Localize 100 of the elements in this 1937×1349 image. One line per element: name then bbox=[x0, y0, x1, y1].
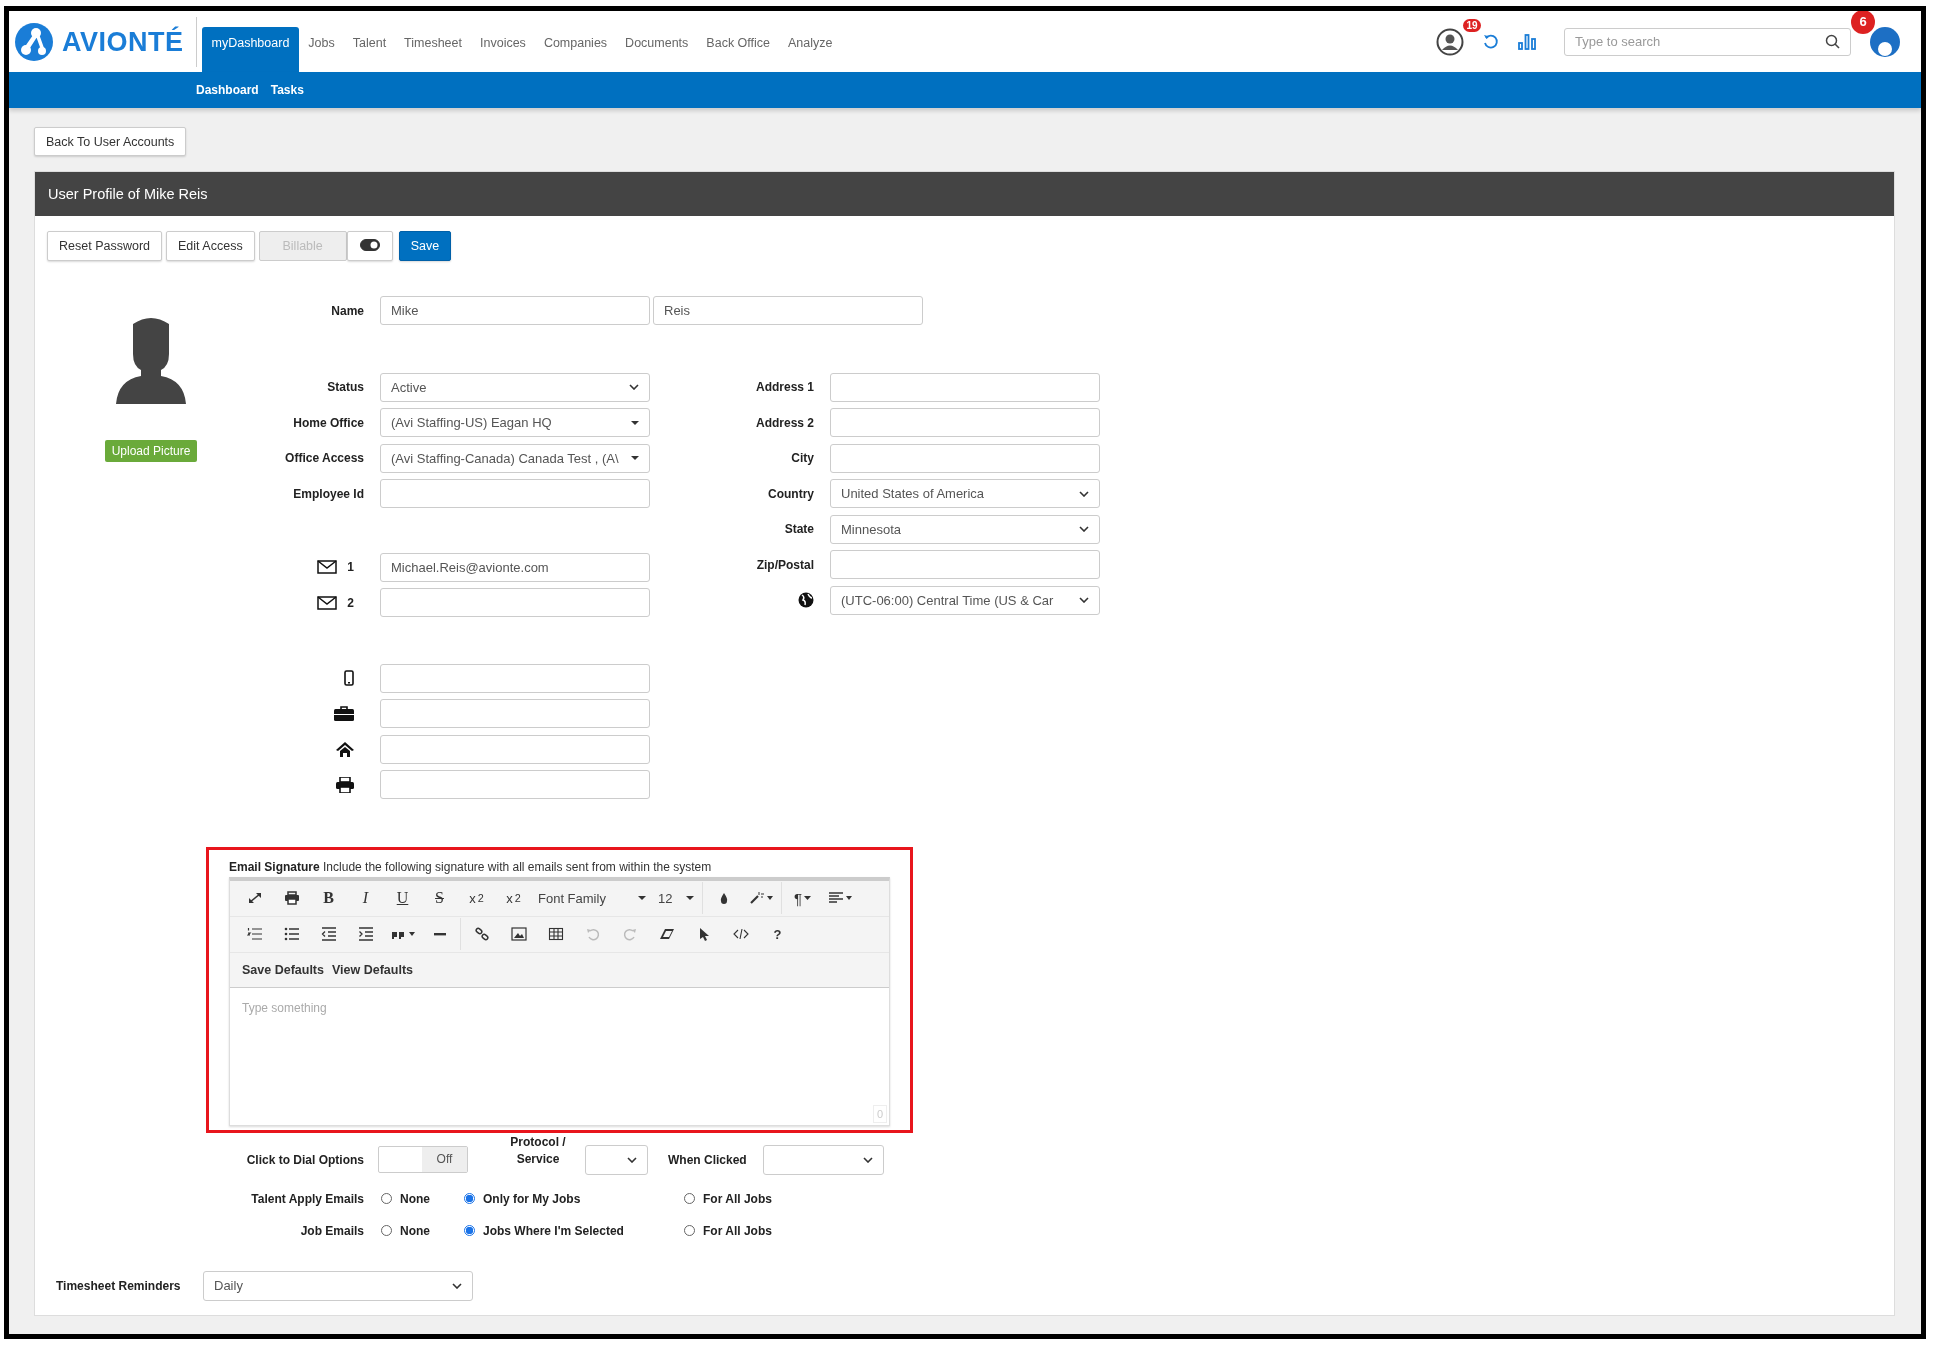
radio-button[interactable] bbox=[684, 1193, 695, 1204]
paragraph-button[interactable]: ¶ bbox=[784, 884, 821, 912]
radio-button[interactable] bbox=[684, 1225, 695, 1236]
caret-icon bbox=[686, 896, 694, 900]
user-icon[interactable] bbox=[1436, 27, 1464, 56]
email-field[interactable] bbox=[380, 588, 650, 618]
italic-button[interactable]: I bbox=[347, 884, 384, 912]
option-label: Only for My Jobs bbox=[483, 1191, 581, 1206]
input-field[interactable] bbox=[380, 479, 650, 509]
radio-button[interactable] bbox=[381, 1225, 392, 1236]
dropdown[interactable]: (Avi Staffing-US) Eagan HQ bbox=[380, 408, 650, 438]
nav-tab[interactable]: Back Office bbox=[697, 27, 780, 72]
chevron-down-icon bbox=[1079, 597, 1089, 604]
logo-icon bbox=[14, 22, 54, 62]
notification-badge: 6 bbox=[1851, 11, 1875, 34]
field-label: Job Emails bbox=[299, 1223, 364, 1238]
save-button[interactable]: Save bbox=[398, 231, 452, 261]
field-label: Office Access bbox=[284, 451, 364, 466]
align-icon bbox=[827, 891, 844, 905]
subnav-link[interactable]: Tasks bbox=[270, 83, 304, 97]
globe-icon bbox=[798, 592, 814, 609]
chevron-down-icon bbox=[452, 1282, 462, 1289]
field-label: Zip/Postal bbox=[756, 557, 814, 572]
timesheet-dropdown[interactable]: Daily bbox=[203, 1270, 473, 1301]
field-label: Timesheet Reminders bbox=[55, 1278, 182, 1293]
eraser-icon bbox=[658, 927, 675, 941]
defaults-link[interactable]: Save Defaults bbox=[242, 962, 324, 977]
field-label: When Clicked bbox=[668, 1152, 747, 1167]
defaults-link[interactable]: View Defaults bbox=[332, 962, 414, 977]
radio-button[interactable] bbox=[381, 1193, 392, 1204]
nav-tab[interactable]: Talent bbox=[343, 27, 396, 72]
subnav-link[interactable]: Dashboard bbox=[196, 83, 259, 97]
field-label: 2 bbox=[347, 595, 354, 610]
dropdown[interactable]: (Avi Staffing-Canada) Canada Test , (A\ bbox=[380, 443, 650, 473]
nav-tab[interactable]: Companies bbox=[534, 27, 617, 72]
font-family-dropdown[interactable]: Font Family bbox=[532, 884, 652, 912]
field-label: Address 1 bbox=[755, 380, 814, 395]
field-label: Click to Dial Options bbox=[245, 1152, 364, 1167]
logo-text: AVIONTÉ bbox=[62, 26, 184, 58]
nav-tab[interactable]: Invoices bbox=[471, 27, 535, 72]
input-field[interactable] bbox=[830, 372, 1100, 402]
refresh-icon[interactable] bbox=[1482, 32, 1500, 51]
edit-access-button[interactable]: Edit Access bbox=[166, 231, 255, 261]
notification-badge: 19 bbox=[1463, 18, 1481, 32]
first-name-field[interactable]: Mike bbox=[380, 296, 650, 326]
nav-tab[interactable]: Jobs bbox=[299, 27, 344, 72]
field-label: 1 bbox=[347, 560, 354, 575]
phone-field[interactable] bbox=[380, 699, 650, 729]
signature-label: Email Signature Include the following signature with all emails sent from within the system bbox=[229, 859, 713, 874]
redo-icon bbox=[621, 927, 638, 941]
panel-title: User Profile of Mike Reis bbox=[35, 172, 1894, 216]
back-button[interactable]: Back To User Accounts bbox=[34, 127, 187, 156]
nav-tab[interactable]: myDashboard bbox=[201, 27, 300, 72]
print-icon bbox=[283, 891, 300, 905]
dropdown[interactable]: Active bbox=[380, 372, 650, 402]
phone-field[interactable] bbox=[380, 770, 650, 800]
email-field[interactable]: Michael.Reis@avionte.com bbox=[380, 552, 650, 582]
font-size-dropdown[interactable]: 12 bbox=[652, 884, 700, 912]
field-label: Employee Id bbox=[292, 486, 364, 501]
bold-button[interactable]: B bbox=[310, 884, 347, 912]
field-label: Talent Apply Emails bbox=[250, 1191, 364, 1206]
nav-tab[interactable]: Analyze bbox=[779, 27, 842, 72]
last-name-field[interactable]: Reis bbox=[653, 296, 923, 326]
dropdown[interactable]: Minnesota bbox=[830, 514, 1100, 544]
underline-button[interactable]: U bbox=[384, 884, 421, 912]
code-icon bbox=[732, 927, 749, 941]
option-label: For All Jobs bbox=[703, 1223, 772, 1238]
chevron-down-icon bbox=[627, 1156, 637, 1163]
phone-field[interactable] bbox=[380, 663, 650, 693]
field-label: Address 2 bbox=[755, 415, 814, 430]
nav-tab[interactable]: Documents bbox=[616, 27, 698, 72]
input-field[interactable] bbox=[830, 550, 1100, 580]
outdent-icon bbox=[320, 927, 337, 941]
strike-button[interactable]: S bbox=[421, 884, 458, 912]
field-label: City bbox=[791, 451, 814, 466]
envelope-icon bbox=[317, 595, 338, 610]
nav-tab[interactable]: Timesheet bbox=[395, 27, 471, 72]
avatar-icon[interactable] bbox=[1869, 25, 1901, 58]
input-field[interactable] bbox=[830, 443, 1100, 473]
mobile-phone-icon bbox=[344, 670, 354, 687]
dropdown[interactable]: (UTC-06:00) Central Time (US & Car bbox=[830, 585, 1100, 615]
indent-icon bbox=[357, 927, 374, 941]
dial-toggle[interactable]: Off bbox=[378, 1146, 468, 1173]
help-button[interactable]: ? bbox=[759, 920, 796, 948]
search-icon[interactable] bbox=[1825, 34, 1840, 49]
fullscreen-icon bbox=[246, 891, 263, 905]
field-label: Status bbox=[326, 380, 364, 395]
caret-icon bbox=[845, 896, 852, 900]
radio-button[interactable] bbox=[464, 1225, 475, 1236]
bar-chart-icon[interactable] bbox=[1518, 33, 1536, 50]
dropdown[interactable]: United States of America bbox=[830, 479, 1100, 509]
reset-password-button[interactable]: Reset Password bbox=[47, 231, 162, 261]
field-label: Country bbox=[768, 486, 814, 501]
caret-icon bbox=[804, 896, 812, 900]
caret-icon bbox=[766, 896, 773, 900]
chevron-down-icon bbox=[629, 384, 639, 391]
table-icon bbox=[547, 927, 564, 941]
radio-button[interactable] bbox=[464, 1193, 475, 1204]
input-field[interactable] bbox=[830, 408, 1100, 438]
phone-field[interactable] bbox=[380, 734, 650, 764]
